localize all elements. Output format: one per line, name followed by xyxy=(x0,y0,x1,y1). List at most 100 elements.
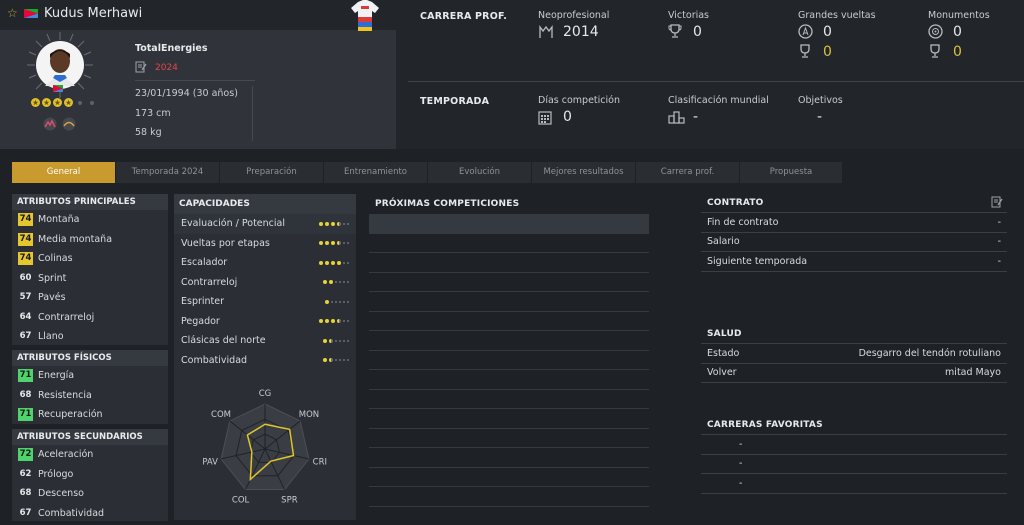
competition-row[interactable] xyxy=(369,409,649,429)
rating-dot-empty xyxy=(339,339,341,342)
attribute-label: Sprint xyxy=(38,272,67,284)
contract-edit-icon xyxy=(135,61,147,76)
radar-axis-label: SPR xyxy=(281,496,298,506)
physical-attributes-panel: ATRIBUTOS FÍSICOS 71 Energía 68 Resistencia… xyxy=(12,350,168,424)
favorite-race-name: - xyxy=(739,438,743,450)
rating-dot-filled xyxy=(329,280,333,285)
attribute-label: Resistencia xyxy=(38,389,92,401)
competition-row[interactable] xyxy=(369,214,649,234)
health-row: Volver mitad Mayo xyxy=(701,364,1007,383)
tab-evoluci-n[interactable]: Evolución xyxy=(428,162,532,183)
tab-temporada-2024[interactable]: Temporada 2024 xyxy=(116,162,220,183)
competition-row[interactable] xyxy=(369,468,649,487)
birth-date: 23/01/1994 (30 años) xyxy=(135,88,238,99)
competition-row[interactable] xyxy=(369,312,649,331)
contract-panel: CONTRATO Fin de contrato - Salario - Siguien… xyxy=(701,194,1007,272)
capacities-list: Evaluación / Potencial Vueltas por etapas… xyxy=(174,214,356,370)
rating-dot-half xyxy=(337,241,341,246)
contract-row-value: - xyxy=(997,255,1001,267)
rating-dot-empty xyxy=(343,261,345,264)
contract-row-value: - xyxy=(997,216,1001,228)
main-attributes-list: 74 Montaña 74 Media montaña 74 Colinas 60 Sprin… xyxy=(12,210,168,347)
contract-title: CONTRATO xyxy=(707,198,764,208)
rating-dot-empty xyxy=(347,281,349,284)
attribute-label: Contrarreloj xyxy=(38,311,95,323)
competition-row[interactable] xyxy=(369,292,649,312)
capacities-title: CAPACIDADES xyxy=(174,194,356,214)
competition-row[interactable] xyxy=(369,273,649,292)
radar-axis-label: PAV xyxy=(202,458,218,468)
capacity-label: Evaluación / Potencial xyxy=(181,218,285,230)
contract-list: Fin de contrato - Salario - Siguiente tempor… xyxy=(701,213,1007,272)
health-row: Estado Desgarro del tendón rotuliano xyxy=(701,344,1007,364)
competition-row[interactable] xyxy=(369,448,649,468)
capacity-rating xyxy=(323,338,349,343)
tab-preparaci-n[interactable]: Preparación xyxy=(220,162,324,183)
tab-entrenamiento[interactable]: Entrenamiento xyxy=(324,162,428,183)
rating-dot-half xyxy=(329,358,333,363)
competition-row[interactable] xyxy=(369,253,649,273)
attribute-row: 71 Recuperación xyxy=(12,405,168,425)
rating-dot-filled xyxy=(337,260,341,265)
grand-tours-label: Grandes vueltas xyxy=(798,10,876,21)
rating-dot-filled xyxy=(325,241,329,246)
rating-dot-empty xyxy=(339,359,341,362)
favorites-title: CARRERAS FAVORITAS xyxy=(701,416,1007,435)
attribute-label: Recuperación xyxy=(38,409,103,421)
tab-general[interactable]: General xyxy=(12,162,116,183)
competitions-title: PRÓXIMAS COMPETICIONES xyxy=(375,199,520,209)
rating-dot-empty xyxy=(347,222,349,225)
attribute-row: 67 Combatividad xyxy=(12,504,168,524)
competitions-list xyxy=(369,214,649,507)
favorite-star-icon[interactable]: ☆ xyxy=(7,7,18,19)
contract-row-label: Siguiente temporada xyxy=(707,255,808,267)
capacity-row: Esprinter xyxy=(174,292,356,312)
attribute-row: 64 Contrarreloj xyxy=(12,308,168,328)
star-filled-icon xyxy=(64,98,73,107)
rating-dot-filled xyxy=(325,221,329,226)
podium-icon xyxy=(668,110,686,127)
contract-row: Siguiente temporada - xyxy=(701,252,1007,272)
competition-row[interactable] xyxy=(369,429,649,448)
rating-dot-empty xyxy=(347,339,349,342)
competition-row[interactable] xyxy=(369,487,649,507)
attribute-value-badge: 67 xyxy=(19,507,32,518)
wins-label: Victorias xyxy=(668,10,710,21)
tab-propuesta[interactable]: Propuesta xyxy=(740,162,843,183)
wins-trophy-icon xyxy=(668,24,682,42)
hills-specialty-icon xyxy=(62,117,76,134)
main-attributes-title: ATRIBUTOS PRINCIPALES xyxy=(12,194,168,210)
capacity-label: Clásicas del norte xyxy=(181,335,266,347)
competition-row[interactable] xyxy=(369,390,649,409)
rating-dot-empty xyxy=(343,359,345,362)
health-row-label: Estado xyxy=(707,347,740,359)
favorite-race-name: - xyxy=(739,458,743,470)
rating-dot-empty xyxy=(343,281,345,284)
competition-row[interactable] xyxy=(369,351,649,370)
favorite-race-name: - xyxy=(739,477,743,489)
attribute-label: Energía xyxy=(38,370,75,382)
calendar-icon xyxy=(538,110,552,128)
pro-value: 2014 xyxy=(563,24,599,40)
rating-dot-filled xyxy=(319,241,323,246)
rating-dot-filled xyxy=(319,319,323,324)
grand-tours-trophy-icon xyxy=(798,44,812,62)
tab-carrera-prof-[interactable]: Carrera prof. xyxy=(636,162,740,183)
attribute-label: Montaña xyxy=(38,214,80,226)
competition-row[interactable] xyxy=(369,331,649,351)
attribute-row: 62 Prólogo xyxy=(12,465,168,485)
attribute-row: 68 Descenso xyxy=(12,484,168,504)
physical-attributes-title: ATRIBUTOS FÍSICOS xyxy=(12,350,168,366)
rating-dot-filled xyxy=(331,221,335,226)
capacity-label: Esprinter xyxy=(181,296,225,308)
rating-dot-empty xyxy=(347,359,349,362)
capacity-row: Clásicas del norte xyxy=(174,331,356,351)
competition-row[interactable] xyxy=(369,234,649,253)
tab-mejores-resultados[interactable]: Mejores resultados xyxy=(532,162,636,183)
capacity-label: Escalador xyxy=(181,257,228,269)
contract-edit-button-icon[interactable] xyxy=(991,196,1003,211)
rider-weight: 58 kg xyxy=(135,127,162,138)
competition-row[interactable] xyxy=(369,370,649,390)
attribute-label: Aceleración xyxy=(38,449,94,461)
secondary-attributes-panel: ATRIBUTOS SECUNDARIOS 72 Aceleración 62 Pró… xyxy=(12,429,168,521)
